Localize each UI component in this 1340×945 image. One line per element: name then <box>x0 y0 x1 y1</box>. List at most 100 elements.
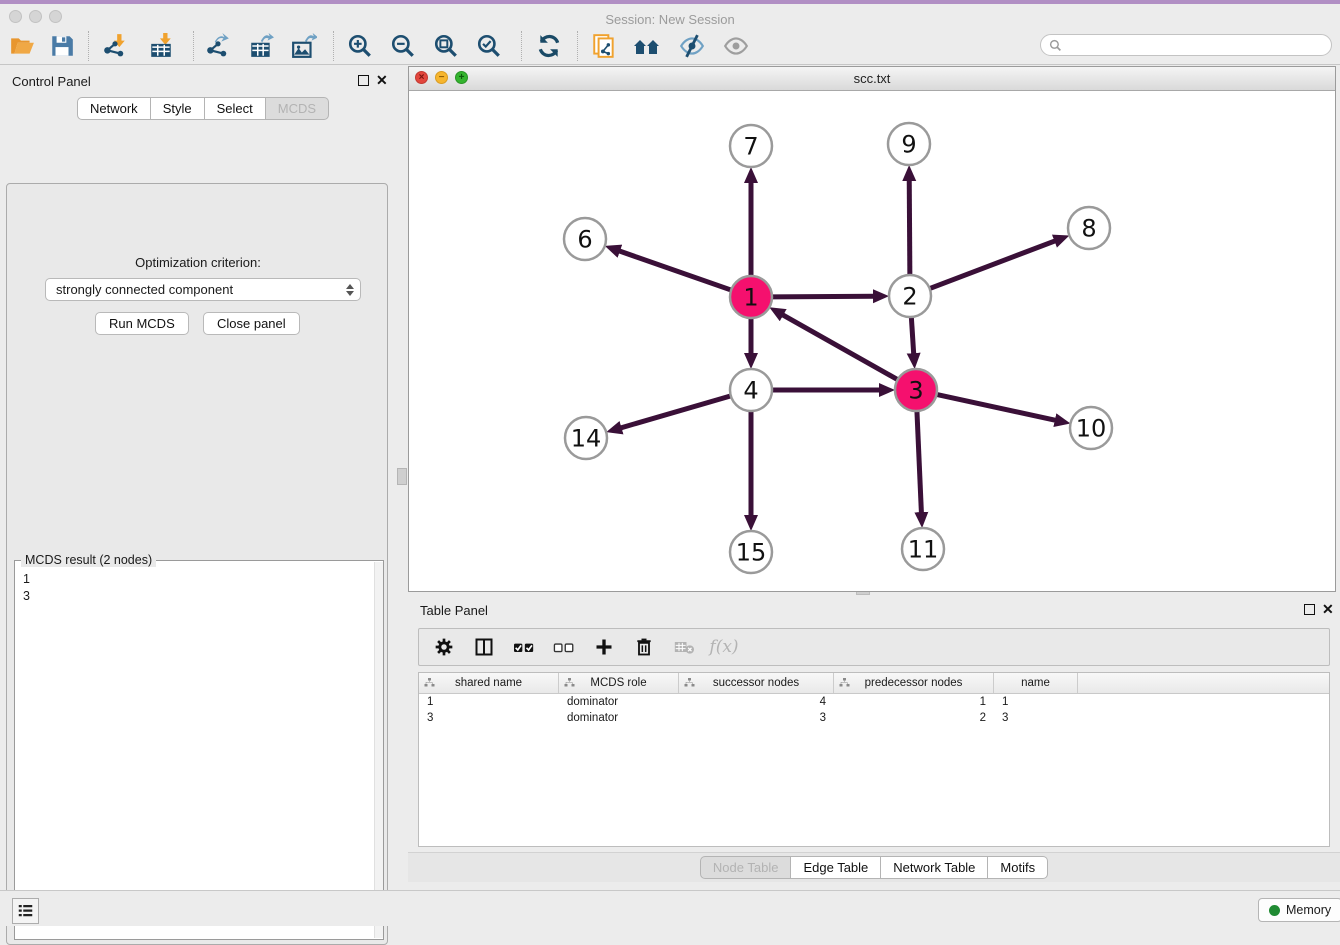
mcds-panel-body: Optimization criterion: strongly connect… <box>6 183 388 945</box>
tab-mcds[interactable]: MCDS <box>266 97 329 120</box>
column-header-MCDS-role[interactable]: MCDS role <box>559 673 679 693</box>
svg-text:10: 10 <box>1076 415 1107 443</box>
tab-network[interactable]: Network <box>77 97 151 120</box>
dropdown-value: strongly connected component <box>56 282 233 297</box>
save-session-icon[interactable] <box>48 32 76 60</box>
table-cell[interactable]: 2 <box>834 712 994 724</box>
split-column-icon[interactable] <box>471 634 497 660</box>
table-row[interactable]: 1dominator411 <box>419 694 1329 710</box>
node-8[interactable]: 8 <box>1068 207 1110 249</box>
export-network-icon[interactable] <box>204 32 232 60</box>
deselect-all-columns-icon[interactable] <box>551 634 577 660</box>
task-history-icon[interactable] <box>12 898 39 924</box>
tab-edge-table[interactable]: Edge Table <box>791 856 881 879</box>
toolbar-separator <box>521 31 522 61</box>
create-column-icon[interactable] <box>591 634 617 660</box>
table-cell[interactable]: 1 <box>834 696 994 708</box>
float-panel-icon[interactable] <box>358 75 369 86</box>
edge-3-10[interactable] <box>937 394 1057 420</box>
table-cell[interactable]: 1 <box>419 696 559 708</box>
node-7[interactable]: 7 <box>730 125 772 167</box>
table-settings-icon[interactable] <box>431 634 457 660</box>
edge-2-3[interactable] <box>911 317 913 355</box>
import-table-icon[interactable] <box>147 32 175 60</box>
tab-select[interactable]: Select <box>205 97 266 120</box>
table-cell[interactable]: 3 <box>994 712 1078 724</box>
search-input[interactable] <box>1067 37 1323 53</box>
close-table-panel-icon[interactable]: ✕ <box>1322 605 1334 614</box>
zoom-selected-icon[interactable] <box>475 32 503 60</box>
optimization-criterion-select[interactable]: strongly connected component <box>45 278 361 301</box>
tab-network-table[interactable]: Network Table <box>881 856 988 879</box>
export-image-icon[interactable] <box>290 32 318 60</box>
edge-2-8[interactable] <box>930 240 1057 288</box>
zoom-in-icon[interactable] <box>346 32 374 60</box>
node-4[interactable]: 4 <box>730 369 772 411</box>
search-box[interactable] <box>1040 34 1332 56</box>
table-cell[interactable]: dominator <box>559 696 679 708</box>
node-1[interactable]: 1 <box>730 276 772 318</box>
tab-style[interactable]: Style <box>151 97 205 120</box>
network-canvas[interactable]: 7 9 6 8 1 2 4 3 14 10 15 11 <box>409 90 1335 591</box>
zoom-out-icon[interactable] <box>389 32 417 60</box>
float-table-panel-icon[interactable] <box>1304 604 1315 615</box>
table-cell[interactable]: dominator <box>559 712 679 724</box>
close-panel-icon[interactable]: ✕ <box>376 76 388 85</box>
table-cell[interactable]: 3 <box>679 712 834 724</box>
result-scrollbar[interactable] <box>374 562 383 938</box>
first-neighbors-icon[interactable] <box>633 32 661 60</box>
vertical-splitter-handle[interactable] <box>397 468 407 485</box>
memory-button[interactable]: Memory <box>1258 898 1340 922</box>
column-header-successor-nodes[interactable]: successor nodes <box>679 673 834 693</box>
export-table-icon[interactable] <box>247 32 275 60</box>
svg-text:7: 7 <box>743 133 758 161</box>
control-panel-title: Control Panel <box>12 73 91 91</box>
import-network-icon[interactable] <box>101 32 129 60</box>
node-10[interactable]: 10 <box>1070 407 1112 449</box>
node-15[interactable]: 15 <box>730 531 772 573</box>
open-session-icon[interactable] <box>8 32 36 60</box>
edge-1-2[interactable] <box>772 296 875 297</box>
hide-selected-icon[interactable] <box>678 32 706 60</box>
node-2[interactable]: 2 <box>889 275 931 317</box>
memory-status-dot <box>1269 905 1280 916</box>
edge-3-1[interactable] <box>781 314 897 380</box>
tab-node-table[interactable]: Node Table <box>700 856 792 879</box>
apply-function-icon[interactable]: f(x) <box>711 634 737 660</box>
run-mcds-button[interactable]: Run MCDS <box>95 312 189 335</box>
table-cell[interactable]: 3 <box>419 712 559 724</box>
node-3[interactable]: 3 <box>895 369 937 411</box>
svg-text:4: 4 <box>743 377 758 405</box>
main-toolbar <box>0 28 1340 65</box>
node-14[interactable]: 14 <box>565 417 607 459</box>
search-icon <box>1049 39 1062 52</box>
show-all-icon[interactable] <box>722 32 750 60</box>
table-row[interactable]: 3dominator323 <box>419 710 1329 726</box>
delete-column-icon[interactable] <box>631 634 657 660</box>
column-header-name[interactable]: name <box>994 673 1078 693</box>
apply-layout-icon[interactable] <box>535 32 563 60</box>
node-11[interactable]: 11 <box>902 528 944 570</box>
edge-2-9[interactable] <box>909 179 910 275</box>
edge-4-14[interactable] <box>620 396 731 428</box>
table-cell[interactable]: 4 <box>679 696 834 708</box>
zoom-fit-icon[interactable] <box>432 32 460 60</box>
delete-table-icon[interactable] <box>671 634 697 660</box>
optimization-criterion-label: Optimization criterion: <box>7 255 389 270</box>
node-6[interactable]: 6 <box>564 218 606 260</box>
new-network-from-selection-icon[interactable] <box>590 32 618 60</box>
edge-1-6[interactable] <box>618 251 731 291</box>
table-cell[interactable]: 1 <box>994 696 1078 708</box>
svg-text:14: 14 <box>571 425 602 453</box>
column-header-shared-name[interactable]: shared name <box>419 673 559 693</box>
toolbar-separator <box>88 31 89 61</box>
edge-3-11[interactable] <box>917 411 922 514</box>
column-header-predecessor-nodes[interactable]: predecessor nodes <box>834 673 994 693</box>
mcds-result-text[interactable]: 1 3 <box>15 565 375 939</box>
close-panel-button[interactable]: Close panel <box>203 312 300 335</box>
node-9[interactable]: 9 <box>888 123 930 165</box>
select-all-columns-icon[interactable] <box>511 634 537 660</box>
toolbar-separator <box>333 31 334 61</box>
tab-motifs[interactable]: Motifs <box>988 856 1048 879</box>
dropdown-stepper-icon <box>346 284 354 296</box>
